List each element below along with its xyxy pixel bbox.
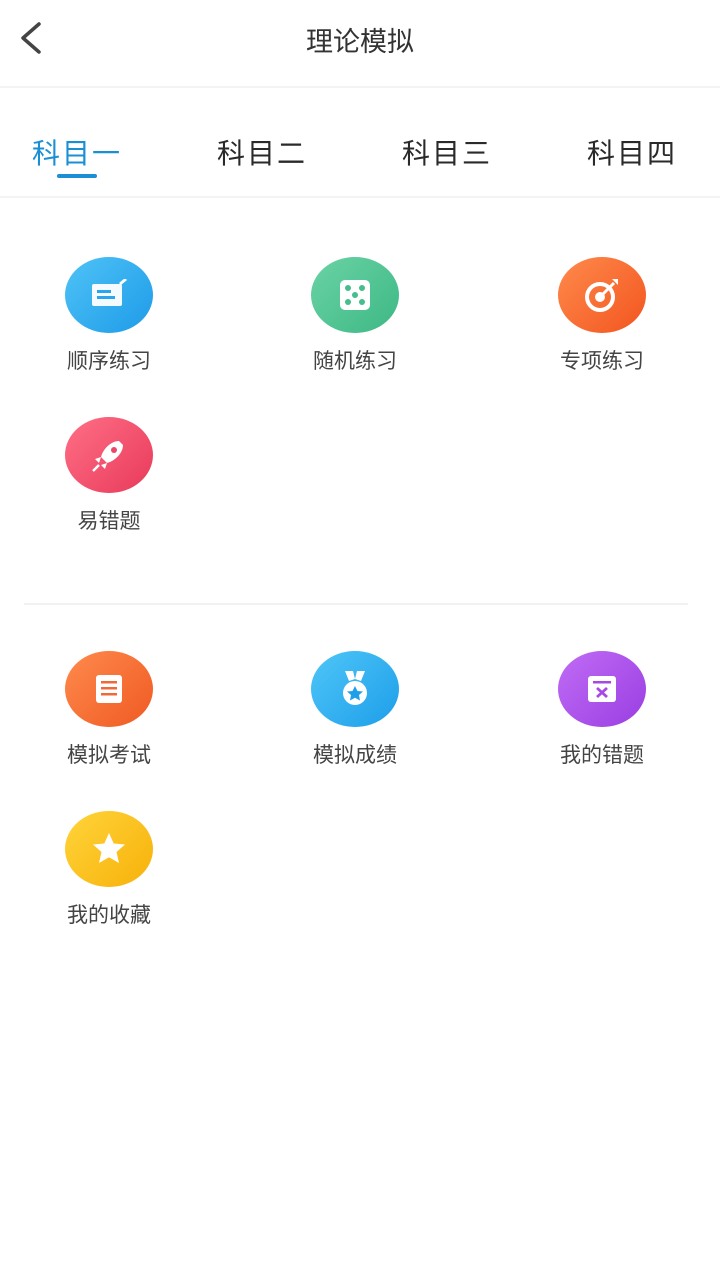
item-label: 随机练习 [313, 349, 397, 373]
medal-icon [311, 651, 399, 727]
error-prone-questions-button[interactable]: 易错题 [19, 417, 199, 535]
tab-subject-1[interactable]: 科目一 [12, 132, 142, 172]
star-icon [65, 811, 153, 887]
subject-tabs: 科目一 科目二 科目三 科目四 [0, 110, 720, 198]
tab-subject-4[interactable]: 科目四 [567, 132, 697, 172]
my-mistakes-button[interactable]: 我的错题 [512, 651, 692, 769]
random-practice-button[interactable]: 随机练习 [265, 257, 445, 375]
active-tab-indicator [57, 174, 97, 178]
item-label: 顺序练习 [67, 349, 151, 373]
topic-practice-button[interactable]: 专项练习 [512, 257, 692, 375]
item-label: 专项练习 [560, 349, 644, 373]
item-label: 模拟成绩 [313, 743, 397, 767]
my-favorites-button[interactable]: 我的收藏 [19, 811, 199, 929]
mock-results-button[interactable]: 模拟成绩 [265, 651, 445, 769]
page-title: 理论模拟 [306, 27, 414, 58]
mock-exam-button[interactable]: 模拟考试 [19, 651, 199, 769]
target-icon [558, 257, 646, 333]
item-label: 我的错题 [560, 743, 644, 767]
item-label: 模拟考试 [67, 743, 151, 767]
top-bar: 理论模拟 [0, 0, 720, 88]
item-label: 我的收藏 [67, 903, 151, 927]
dice-icon [311, 257, 399, 333]
card-icon [65, 257, 153, 333]
document-icon [65, 651, 153, 727]
item-label: 易错题 [77, 509, 141, 533]
tab-subject-3[interactable]: 科目三 [382, 132, 512, 172]
rocket-icon [65, 417, 153, 493]
error-box-icon [558, 651, 646, 727]
tab-subject-2[interactable]: 科目二 [197, 132, 327, 172]
sequential-practice-button[interactable]: 顺序练习 [19, 257, 199, 375]
section-divider [24, 603, 688, 605]
